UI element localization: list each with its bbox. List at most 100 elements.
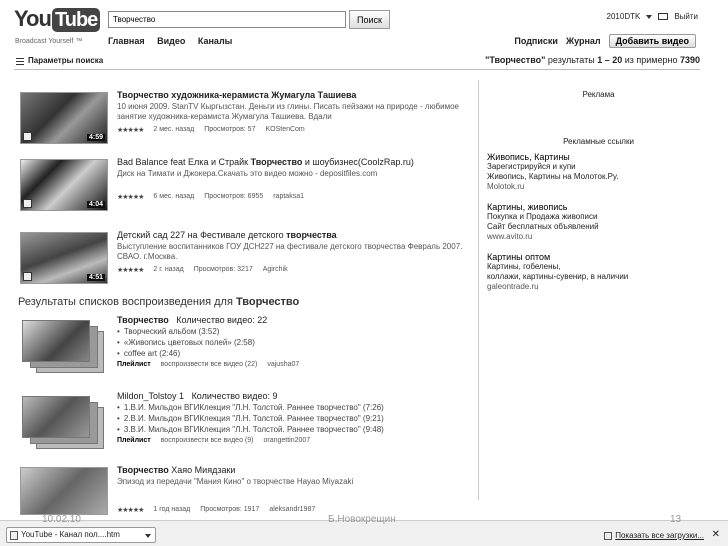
video-title[interactable]: Bad Balance feat Елка и Страйк Творчеств… [117,157,414,167]
ad-block[interactable]: Картины оптом Картины, гобелены, коллажи… [487,252,710,292]
rating-stars: ★★★★★ [117,267,144,274]
video-age: 2 мес. назад [153,126,195,133]
logout-link[interactable]: Выйти [674,12,698,21]
search-input[interactable] [108,11,346,28]
playlist-item[interactable]: Творческий альбом (3:52) [117,326,255,337]
chevron-down-icon[interactable] [646,14,653,19]
video-meta: ★★★★★ 1 год назад Просмотров: 1917 aleks… [117,506,315,514]
upload-video-button[interactable]: Добавить видео [608,34,696,48]
playlist-user[interactable]: orangettin2007 [263,437,310,444]
download-item[interactable]: YouTube - Канал пол....htm [6,527,156,543]
ad-title[interactable]: Картины, живопись [487,202,710,212]
ad-block[interactable]: Живопись, Картины Зарегистрируйся и купи… [487,152,710,192]
video-result: Творчество Хаяо Миядзаки Эпизод из перед… [14,463,474,525]
playlist-footer: Плейлист воспроизвести все видео (22) va… [117,361,299,368]
playlist-item[interactable]: 2.В.И. Мильдон ВГИКлекция "Л.Н. Толстой.… [117,413,384,424]
video-title-part: Детский сад 227 на Фестивале детского [117,230,287,240]
slide-date: 10.02.10 [42,514,81,525]
youtube-logo[interactable]: You Tube Broadcast Yourself ™ [14,6,104,46]
slide-number: 13 [670,514,682,525]
playlist-title-row: Mildon_Tolstoy 1 Количество видео: 9 [117,391,277,401]
ads-sidebar: Реклама Рекламные ссылки Живопись, Карти… [478,80,710,500]
show-all-downloads-link[interactable]: Показать все загрузки... [604,531,704,540]
video-title[interactable]: Творчество художника-керамиста Жумагула … [117,90,356,100]
playlist-item[interactable]: coffee art (2:46) [117,348,255,359]
ad-url[interactable]: galeontrade.ru [487,282,710,292]
playlist-label: Плейлист [117,437,151,444]
user-area: 2010DTK Выйти [607,12,698,21]
history-link[interactable]: Журнал [566,36,601,46]
video-age: 2 г. назад [153,266,184,273]
video-title-part: художника-керамиста Жумагула Ташиева [168,90,357,100]
video-user[interactable]: raptaksa1 [273,193,304,201]
video-thumbnail[interactable]: 4:04 [20,159,108,211]
video-user[interactable]: Agirchik [263,266,288,274]
playlist-item[interactable]: 3.В.И. Мильдон ВГИКлекция "Л.Н. Толстой.… [117,424,384,435]
video-result: 4:51 Детский сад 227 на Фестивале детско… [14,228,474,290]
chevron-down-icon[interactable] [145,534,151,538]
add-to-queue-icon[interactable] [23,132,32,141]
username[interactable]: 2010DTK [607,12,641,21]
search-options-link[interactable]: Параметры поиска [28,56,103,65]
video-duration: 4:51 [86,274,105,281]
video-views: Просмотров: 6955 [204,193,264,200]
video-thumbnail[interactable]: 4:59 [20,92,108,144]
right-nav: Подписки Журнал Добавить видео [514,34,696,48]
video-thumbnail[interactable] [20,467,108,515]
video-title-part: и шоубизнес(CoolzRap.ru) [302,157,414,167]
video-meta: ★★★★★ 2 г. назад Просмотров: 3217 Agirch… [117,266,288,274]
search-button[interactable]: Поиск [349,10,390,29]
file-icon [10,531,18,540]
ad-line: Живопись, Картины на Молоток.Ру. [487,172,619,181]
logo-you-text: You [14,6,52,31]
rating-stars: ★★★★★ [117,127,144,134]
ad-block[interactable]: Картины, живопись Покупка и Продажа живо… [487,202,710,242]
playlist-title-row: Творчество Количество видео: 22 [117,315,267,325]
nav-home[interactable]: Главная [108,36,145,46]
add-to-queue-icon[interactable] [23,272,32,281]
logo-tube-text: Tube [52,8,101,32]
playlist-item[interactable]: 1.В.И. Мильдон ВГИКлекция "Л.Н. Толстой.… [117,402,384,413]
playlist-title[interactable]: Mildon_Tolstoy 1 [117,391,184,401]
video-title[interactable]: Детский сад 227 на Фестивале детского тв… [117,230,337,240]
playlist-thumbnail-stack[interactable] [18,393,110,451]
video-result: 4:04 Bad Balance feat Елка и Страйк Твор… [14,155,474,217]
add-to-queue-icon[interactable] [23,199,32,208]
video-duration: 4:59 [86,134,105,141]
subscriptions-link[interactable]: Подписки [514,36,558,46]
ad-line: Картины, гобелены, [487,262,561,271]
section-title-part: Результаты списков воспроизведения для [18,296,236,308]
video-user[interactable]: aleksandr1987 [269,506,315,514]
mail-icon[interactable] [658,13,669,20]
playlist-user[interactable]: vajusha07 [267,361,299,368]
ad-title[interactable]: Картины оптом [487,252,710,262]
video-title[interactable]: Творчество Хаяо Миядзаки [117,465,235,475]
nav-videos[interactable]: Видео [157,36,185,46]
section-title-part: Творчество [235,296,300,308]
close-icon[interactable]: ✕ [712,529,720,540]
video-thumbnail[interactable]: 4:51 [20,232,108,284]
video-user[interactable]: KOStenCom [265,126,304,134]
playlist-item[interactable]: «Живопись цветовых полей» (2:58) [117,337,255,348]
video-title-part: творчества [286,230,337,240]
ad-title[interactable]: Живопись, Картины [487,152,710,162]
video-title-part: Творчество [250,157,303,167]
video-meta: ★★★★★ 2 мес. назад Просмотров: 57 KOSten… [117,126,305,134]
ad-line: Покупка и Продажа живописи [487,212,598,221]
nav-channels[interactable]: Каналы [198,36,232,46]
video-duration: 4:04 [86,201,105,208]
ad-url[interactable]: Molotok.ru [487,182,710,192]
video-title-part: Bad Balance feat Елка и Страйк [117,157,251,167]
show-all-label: Показать все загрузки... [615,531,704,540]
filter-icon[interactable] [16,58,24,65]
play-all-link[interactable]: воспроизвести все видео (22) [161,361,258,368]
playlist-count: Количество видео: 22 [176,315,268,325]
ad-url[interactable]: www.avito.ru [487,232,710,242]
playlist-thumbnail-stack[interactable] [18,317,110,375]
playlist-result: Творчество Количество видео: 22 Творческ… [14,313,474,383]
play-all-link[interactable]: воспроизвести все видео (9) [161,437,254,444]
video-description: Диск на Тимати и Джокера.Скачать это вид… [117,169,378,178]
video-views: Просмотров: 3217 [193,266,253,273]
logo-tagline: Broadcast Yourself ™ [15,38,83,45]
playlist-title[interactable]: Творчество [117,315,169,325]
